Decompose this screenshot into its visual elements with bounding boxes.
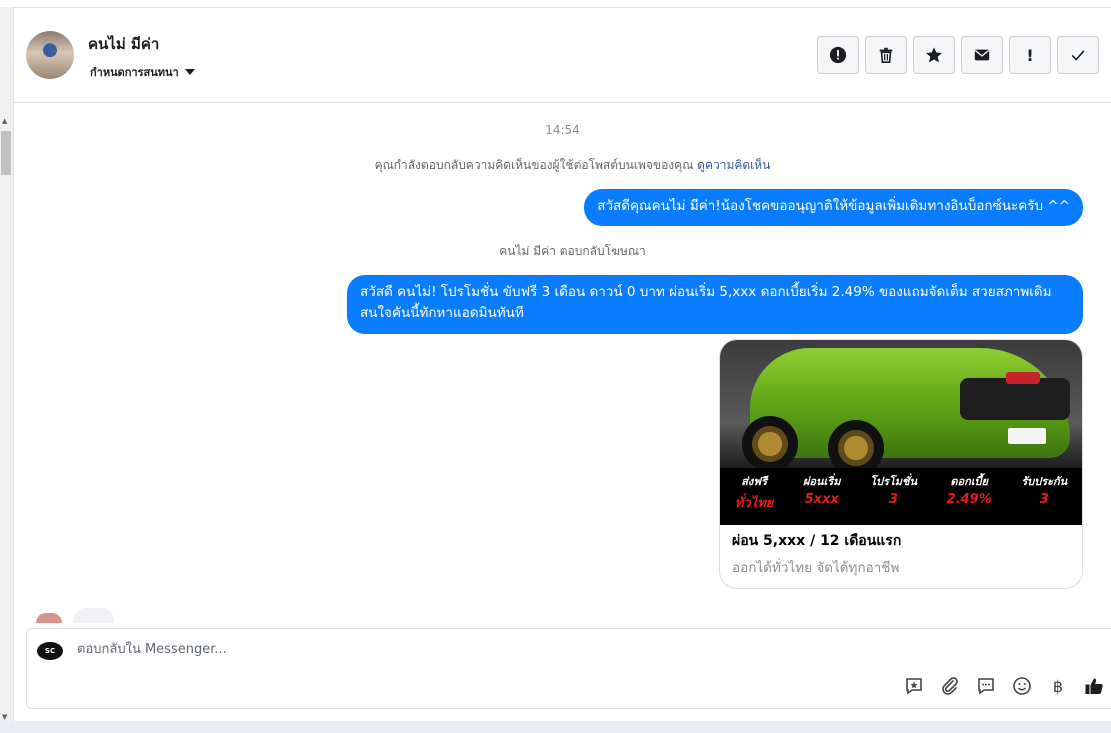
paperclip-icon	[942, 677, 958, 695]
quick-reply-button[interactable]	[975, 675, 997, 697]
assign-conversation-dropdown[interactable]: กำหนดการสนทนา	[90, 63, 195, 81]
trash-icon	[879, 47, 893, 64]
report-icon	[829, 46, 847, 64]
promo-item: ส่งฟรี ทั่วไทย	[734, 475, 774, 511]
payment-button[interactable]: ฿	[1047, 675, 1069, 697]
page-avatar: SC	[37, 642, 63, 660]
mark-unread-button[interactable]	[961, 36, 1003, 74]
promo-item: ดอกเบี้ย 2.49%	[946, 475, 992, 507]
system-notice-text: คุณกำลังตอบกลับความคิดเห็นของผู้ใช้ต่อโพ…	[374, 158, 694, 172]
scroll-up-arrow-icon[interactable]: ▲	[2, 117, 7, 125]
received-message-bubble	[74, 608, 114, 623]
envelope-icon	[974, 49, 990, 61]
message-timestamp: 14:54	[545, 123, 580, 137]
reply-input[interactable]	[75, 641, 779, 658]
ad-card[interactable]: ส่งฟรี ทั่วไทย ผ่อนเริ่ม 5xxx โปรโมชั่น 3 ด…	[719, 339, 1083, 589]
conversation-header: คนไม่ มีค่า กำหนดการสนทนา !	[14, 8, 1111, 103]
bottom-strip	[0, 721, 1111, 733]
assign-label: กำหนดการสนทนา	[90, 66, 179, 79]
promo-item: โปรโมชั่น 3	[870, 475, 918, 507]
mark-done-button[interactable]	[1057, 36, 1099, 74]
scroll-down-arrow-icon[interactable]: ▼	[2, 713, 7, 721]
ad-card-subtitle: ออกได้ทั่วไทย จัดได้ทุกอาชีพ	[732, 560, 900, 576]
baht-icon: ฿	[1052, 676, 1064, 696]
delete-button[interactable]	[865, 36, 907, 74]
like-button[interactable]	[1083, 675, 1105, 697]
top-frame	[0, 0, 1111, 8]
sent-message-bubble: สวัสดีคุณคนไม่ มีค่า!น้องโชคขออนุญาติให้…	[584, 189, 1083, 226]
saved-reply-button[interactable]	[903, 675, 925, 697]
smiley-icon	[1013, 677, 1031, 695]
emoji-button[interactable]	[1011, 675, 1033, 697]
ad-card-body: ผ่อน 5,xxx / 12 เดือนแรก ออกได้ทั่วไทย จ…	[732, 530, 901, 578]
star-icon	[926, 47, 942, 63]
thumbs-up-icon	[1085, 678, 1103, 694]
replied-to-ad-notice: คนไม่ มีค่า ตอบกลับโฆษณา	[499, 244, 646, 258]
message-thread[interactable]: 14:54 คุณกำลังตอบกลับความคิดเห็นของผู้ใช…	[14, 103, 1111, 623]
promo-item: รับประกัน 3	[1021, 475, 1068, 507]
view-comment-link[interactable]: ดูความคิดเห็น	[697, 158, 770, 172]
ad-card-title: ผ่อน 5,xxx / 12 เดือนแรก	[732, 533, 902, 549]
left-scrollbar[interactable]: ▲ ▼	[0, 7, 14, 721]
contact-avatar[interactable]	[26, 31, 74, 79]
saved-reply-icon	[906, 678, 922, 695]
ad-card-image[interactable]: ส่งฟรี ทั่วไทย ผ่อนเริ่ม 5xxx โปรโมชั่น 3 ด…	[720, 340, 1082, 525]
attach-button[interactable]	[939, 675, 961, 697]
sent-message-bubble: สวัสดี คนไม่! โปรโมชั่น ขับฟรี 3 เดือน ด…	[347, 275, 1083, 334]
composer-toolbar: ฿	[903, 675, 1105, 697]
caret-down-icon	[184, 69, 195, 75]
contact-avatar-small	[36, 613, 62, 623]
reply-composer[interactable]: SC ฿	[26, 628, 1111, 709]
promo-strip: ส่งฟรี ทั่วไทย ผ่อนเริ่ม 5xxx โปรโมชั่น 3 ด…	[720, 468, 1082, 525]
system-notice: คุณกำลังตอบกลับความคิดเห็นของผู้ใช้ต่อโพ…	[14, 156, 1111, 175]
header-actions: !	[817, 36, 1099, 74]
star-button[interactable]	[913, 36, 955, 74]
spam-button[interactable]: !	[1009, 36, 1051, 74]
exclamation-icon: !	[1026, 45, 1034, 65]
car-illustration	[750, 348, 1070, 458]
check-icon	[1071, 50, 1085, 61]
report-button[interactable]	[817, 36, 859, 74]
promo-item: ผ่อนเริ่ม 5xxx	[802, 475, 841, 507]
scroll-thumb[interactable]	[1, 131, 11, 175]
chat-bubble-icon	[978, 678, 994, 695]
contact-name[interactable]: คนไม่ มีค่า	[88, 32, 159, 56]
